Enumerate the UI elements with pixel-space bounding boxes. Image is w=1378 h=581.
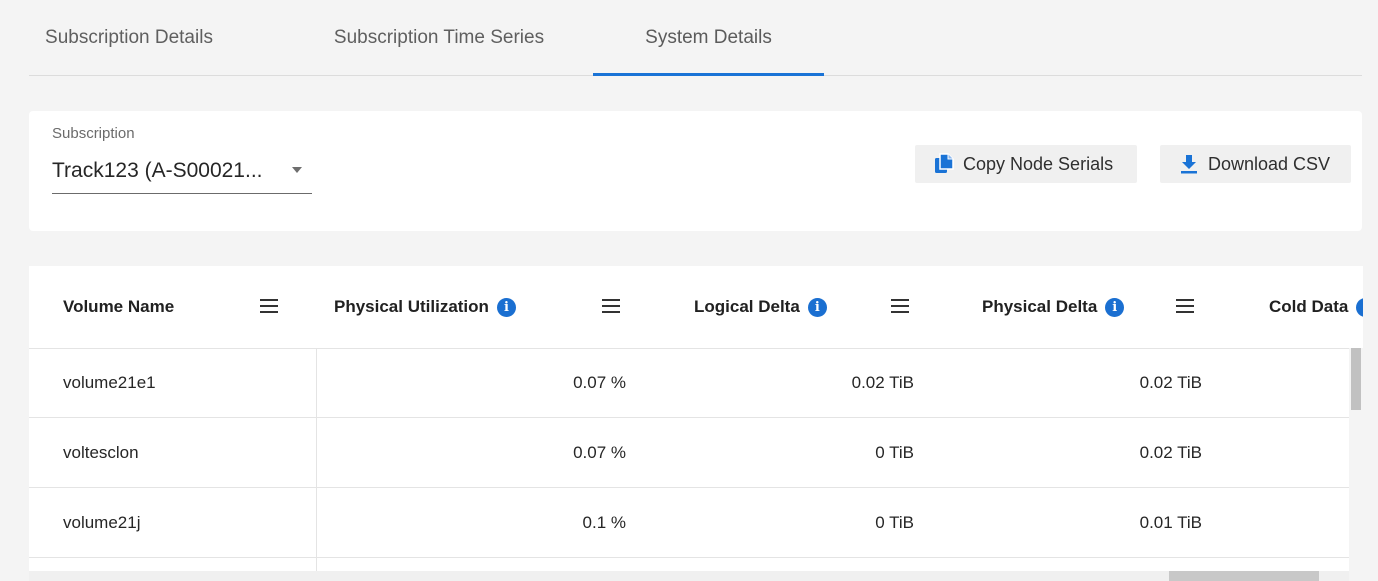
copy-node-serials-label: Copy Node Serials xyxy=(963,153,1114,174)
column-header-label: Volume Name xyxy=(63,297,175,316)
column-header-volume-name[interactable]: Volume Name xyxy=(63,266,174,348)
tab-system-details[interactable]: System Details xyxy=(593,0,824,75)
column-header-label: Cold Data xyxy=(1269,297,1349,316)
tab-bar: Subscription Details Subscription Time S… xyxy=(29,0,1362,76)
column-header-label: Physical Utilization xyxy=(334,297,489,316)
info-icon[interactable]: i xyxy=(496,297,516,317)
tab-subscription-details[interactable]: Subscription Details xyxy=(29,0,229,75)
cell-logical-delta: 0 TiB xyxy=(875,442,914,462)
info-icon[interactable]: i xyxy=(807,297,827,317)
column-header-physical-delta[interactable]: Physical Delta i xyxy=(982,266,1125,348)
cell-logical-delta: 0.02 TiB xyxy=(851,372,914,392)
menu-icon[interactable] xyxy=(602,299,620,313)
cell-logical-delta: 0 TiB xyxy=(875,512,914,532)
column-header-logical-delta[interactable]: Logical Delta i xyxy=(694,266,827,348)
subscription-select[interactable]: Track123 (A-S00021... xyxy=(52,151,312,194)
copy-icon xyxy=(933,153,955,175)
horizontal-scrollbar[interactable] xyxy=(29,571,1349,581)
cell-physical-utilization: 0.1 % xyxy=(582,512,626,532)
column-header-label: Physical Delta xyxy=(982,297,1098,316)
download-icon xyxy=(1178,153,1200,175)
table-row[interactable]: volume21j 0.1 % 0 TiB 0.01 TiB xyxy=(29,488,1351,558)
column-header-label: Logical Delta xyxy=(694,297,800,316)
tab-subscription-time-series[interactable]: Subscription Time Series xyxy=(299,0,579,75)
vertical-scrollbar-thumb[interactable] xyxy=(1351,348,1361,410)
info-icon[interactable]: i xyxy=(1105,297,1125,317)
subscription-value: Track123 (A-S00021... xyxy=(52,159,263,182)
active-tab-indicator xyxy=(593,73,824,76)
subscription-label: Subscription xyxy=(52,125,135,142)
table-row[interactable]: voltesclon 0.07 % 0 TiB 0.02 TiB xyxy=(29,418,1351,488)
subscription-card: Subscription Track123 (A-S00021... Copy … xyxy=(29,111,1362,231)
chevron-down-icon xyxy=(292,167,302,173)
table-header: Volume Name Physical Utilization i Logic… xyxy=(29,266,1363,349)
menu-icon[interactable] xyxy=(1176,299,1194,313)
cell-volume-name: voltesclon xyxy=(63,442,139,462)
cell-physical-utilization: 0.07 % xyxy=(573,372,626,392)
copy-node-serials-button[interactable]: Copy Node Serials xyxy=(915,145,1137,183)
volume-table: Volume Name Physical Utilization i Logic… xyxy=(29,266,1363,581)
cell-volume-name: volume21j xyxy=(63,512,141,532)
cell-physical-utilization: 0.07 % xyxy=(573,442,626,462)
cell-physical-delta: 0.02 TiB xyxy=(1139,442,1202,462)
column-header-cold-data[interactable]: Cold Data i xyxy=(1269,266,1363,348)
menu-icon[interactable] xyxy=(891,299,909,313)
download-csv-button[interactable]: Download CSV xyxy=(1160,145,1351,183)
cell-volume-name: volume21e1 xyxy=(63,372,156,392)
cell-physical-delta: 0.02 TiB xyxy=(1139,372,1202,392)
info-icon[interactable]: i xyxy=(1356,297,1363,317)
menu-icon[interactable] xyxy=(260,299,278,313)
column-header-physical-utilization[interactable]: Physical Utilization i xyxy=(334,266,516,348)
horizontal-scrollbar-thumb[interactable] xyxy=(1169,571,1319,581)
table-row[interactable]: volume21e1 0.07 % 0.02 TiB 0.02 TiB xyxy=(29,348,1351,418)
download-csv-label: Download CSV xyxy=(1208,153,1331,174)
cell-physical-delta: 0.01 TiB xyxy=(1139,512,1202,532)
